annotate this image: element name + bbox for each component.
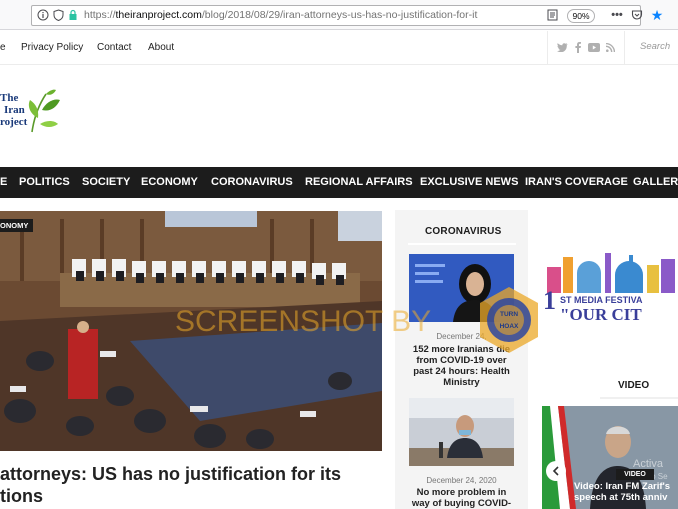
url-host: theiranproject.com — [115, 9, 202, 21]
main-nav-gallery[interactable]: GALLERY — [633, 176, 678, 188]
url-path: /blog/2018/08/29/iran-attorneys-us-has-n… — [201, 9, 478, 21]
nav-link-home[interactable]: e — [0, 42, 6, 53]
shield-icon[interactable] — [51, 8, 65, 22]
turnbackhoax-seal: TURN HOAX — [476, 285, 542, 355]
site-logo[interactable]: The Iran roject — [0, 89, 70, 138]
pocket-icon[interactable] — [630, 8, 644, 22]
youtube-icon[interactable] — [587, 40, 601, 54]
category-tag[interactable]: ONOMY — [0, 219, 34, 232]
video-title[interactable]: Video: Iran FM Zarif's speech at 75th an… — [574, 481, 678, 503]
screenshot-watermark: SCREENSHOT BY — [175, 305, 432, 338]
main-nav: E POLITICS SOCIETY ECONOMY CORONAVIRUS R… — [0, 167, 678, 198]
section-underline — [408, 243, 516, 245]
zoom-level[interactable]: 90% — [567, 9, 595, 23]
main-nav-irans-coverage[interactable]: IRAN'S COVERAGE — [525, 176, 628, 188]
news-card-title[interactable]: No more problem in way of buying COVID- — [409, 487, 514, 509]
url-scheme: https:// — [84, 9, 116, 21]
main-nav-coronavirus[interactable]: CORONAVIRUS — [211, 176, 293, 188]
news-card-image[interactable] — [409, 398, 514, 466]
press-conference-photo — [409, 398, 514, 466]
main-nav-society[interactable]: SOCIETY — [82, 176, 130, 188]
rss-icon[interactable] — [603, 40, 617, 54]
main-nav-economy[interactable]: ECONOMY — [141, 176, 198, 188]
media-festival-banner[interactable]: 1 ST MEDIA FESTIVA "OUR CIT — [543, 245, 678, 325]
lock-icon[interactable] — [66, 8, 80, 22]
facebook-icon[interactable] — [571, 40, 585, 54]
festival-numeral: 1 — [543, 286, 556, 315]
section-heading-coronavirus[interactable]: CORONAVIRUS — [425, 226, 501, 237]
festival-line2: "OUR CIT — [560, 305, 642, 324]
url-text[interactable]: https://theiranproject.com/blog/2018/08/… — [84, 9, 504, 23]
more-actions-icon[interactable]: ••• — [610, 8, 624, 22]
main-nav-regional-affairs[interactable]: REGIONAL AFFAIRS — [305, 176, 413, 188]
seal-badge-icon — [480, 287, 538, 353]
reader-view-icon[interactable] — [545, 8, 559, 22]
info-icon[interactable] — [36, 8, 50, 22]
seal-text-top: TURN — [499, 311, 519, 318]
seal-text-bottom: HOAX — [499, 323, 519, 330]
section-heading-video[interactable]: VIDEO — [618, 380, 649, 391]
headline-line: attorneys: US has no justification for i… — [0, 464, 342, 484]
video-prev-button[interactable] — [546, 461, 566, 481]
twitter-icon[interactable] — [555, 40, 569, 54]
main-nav-exclusive-news[interactable]: EXCLUSIVE NEWS — [420, 176, 518, 188]
top-nav: e Privacy Policy Contact About — [0, 31, 678, 65]
url-bar[interactable]: https://theiranproject.com/blog/2018/08/… — [31, 5, 663, 26]
nav-link-privacy-policy[interactable]: Privacy Policy — [21, 42, 83, 53]
section-underline — [600, 397, 678, 399]
festival-line1: ST MEDIA FESTIVA — [560, 295, 643, 305]
nav-link-contact[interactable]: Contact — [97, 42, 131, 53]
article-headline[interactable]: attorneys: US has no justification for i… — [0, 463, 382, 507]
main-nav-home[interactable]: E — [0, 176, 7, 188]
bookmark-star-icon[interactable]: ★ — [650, 7, 664, 23]
video-badge: VIDEO — [616, 469, 654, 480]
leaf-icon — [28, 89, 60, 133]
nav-divider — [547, 31, 548, 65]
search-input[interactable]: Search — [640, 41, 670, 52]
main-nav-politics[interactable]: POLITICS — [19, 176, 70, 188]
news-card-date: December 24, 2020 — [426, 476, 497, 485]
nav-link-about[interactable]: About — [148, 42, 174, 53]
headline-line: tions — [0, 486, 43, 506]
nav-divider — [624, 31, 625, 65]
chevron-left-icon — [552, 466, 559, 476]
browser-toolbar: https://theiranproject.com/blog/2018/08/… — [0, 0, 678, 30]
